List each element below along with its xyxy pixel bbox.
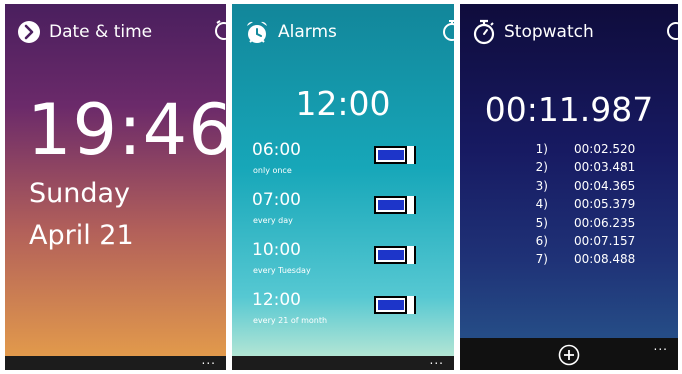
stopwatch-elapsed: 00:11.987 bbox=[484, 90, 654, 129]
alarm-repeat: only once bbox=[253, 166, 292, 175]
lap-time: 00:06.235 bbox=[574, 215, 636, 230]
current-time: 19:46 bbox=[27, 89, 226, 171]
lap-time: 00:02.520 bbox=[574, 142, 636, 156]
alarm-toggle[interactable] bbox=[374, 296, 416, 314]
app-bar: ... bbox=[460, 338, 678, 370]
alarm-repeat: every 21 of month bbox=[253, 316, 328, 325]
plus-circle-icon[interactable] bbox=[558, 344, 580, 366]
page-title: Stopwatch bbox=[504, 22, 594, 42]
alarm-repeat: every day bbox=[253, 216, 293, 225]
list-item: 2) 00:03.481 bbox=[522, 160, 636, 178]
alarm-toggle[interactable] bbox=[374, 246, 416, 264]
list-item[interactable]: 12:00 every 21 of month bbox=[252, 290, 432, 334]
list-item[interactable]: 07:00 every day bbox=[252, 190, 432, 234]
app-bar: ... bbox=[5, 354, 226, 370]
lap-list: 1) 00:02.520 2) 00:03.481 3) 00:04.365 4) 00… bbox=[522, 142, 636, 271]
page-title: Date & time bbox=[49, 22, 153, 42]
datetime-panel: Date & time 19:46 Sunday April 21 ... bbox=[5, 4, 226, 370]
current-date: April 21 bbox=[29, 220, 134, 251]
alarms-panel: Alarms 12:00 06:00 only once 07:00 every… bbox=[232, 4, 454, 370]
stopwatch-icon bbox=[473, 19, 495, 45]
lap-number: 6) bbox=[535, 233, 548, 248]
list-item[interactable]: 06:00 only once bbox=[252, 140, 432, 184]
alarm-clock-icon[interactable] bbox=[210, 18, 226, 42]
alarm-time: 10:00 bbox=[252, 240, 301, 260]
alarm-time: 07:00 bbox=[252, 190, 301, 210]
list-item: 6) 00:07.157 bbox=[522, 233, 636, 252]
chevron-circle-icon[interactable] bbox=[662, 18, 678, 42]
datetime-header: Date & time bbox=[17, 18, 152, 46]
app-bar: ... bbox=[232, 354, 454, 370]
lap-time: 00:07.157 bbox=[574, 233, 636, 248]
list-item: 4) 00:05.379 bbox=[522, 197, 636, 215]
alarm-time: 12:00 bbox=[252, 290, 301, 310]
lap-time: 00:08.488 bbox=[574, 252, 636, 267]
current-day: Sunday bbox=[29, 178, 131, 209]
lap-number: 2) bbox=[535, 160, 548, 175]
lap-number: 4) bbox=[535, 197, 548, 212]
alarm-toggle[interactable] bbox=[374, 196, 416, 214]
stopwatch-panel: Stopwatch 00:11.987 1) 00:02.520 2) 00:03.… bbox=[460, 4, 678, 370]
more-button[interactable]: ... bbox=[202, 354, 216, 366]
lap-number: 3) bbox=[535, 178, 548, 193]
page-title: Alarms bbox=[278, 22, 337, 42]
list-item: 7) 00:08.488 bbox=[522, 252, 636, 270]
more-button[interactable]: ... bbox=[654, 340, 668, 352]
alarm-toggle[interactable] bbox=[374, 146, 416, 164]
alarm-time: 06:00 bbox=[252, 140, 301, 160]
lap-time: 00:04.365 bbox=[574, 178, 636, 193]
list-item: 3) 00:04.365 bbox=[522, 178, 636, 197]
lap-time: 00:05.379 bbox=[574, 197, 636, 212]
alarm-current-time: 12:00 bbox=[295, 84, 391, 123]
chevron-circle-icon bbox=[18, 21, 40, 43]
stopwatch-icon[interactable] bbox=[438, 18, 454, 42]
lap-number: 7) bbox=[535, 252, 548, 267]
stopwatch-header: Stopwatch bbox=[472, 18, 594, 46]
alarm-clock-icon bbox=[247, 21, 267, 43]
list-item: 5) 00:06.235 bbox=[522, 215, 636, 234]
more-button[interactable]: ... bbox=[430, 354, 444, 366]
lap-time: 00:03.481 bbox=[574, 160, 636, 175]
list-item: 1) 00:02.520 bbox=[522, 142, 636, 160]
list-item[interactable]: 10:00 every Tuesday bbox=[252, 240, 432, 284]
alarms-header: Alarms bbox=[244, 18, 337, 46]
alarm-repeat: every Tuesday bbox=[253, 266, 311, 275]
lap-number: 5) bbox=[535, 215, 548, 230]
lap-number: 1) bbox=[535, 142, 548, 156]
